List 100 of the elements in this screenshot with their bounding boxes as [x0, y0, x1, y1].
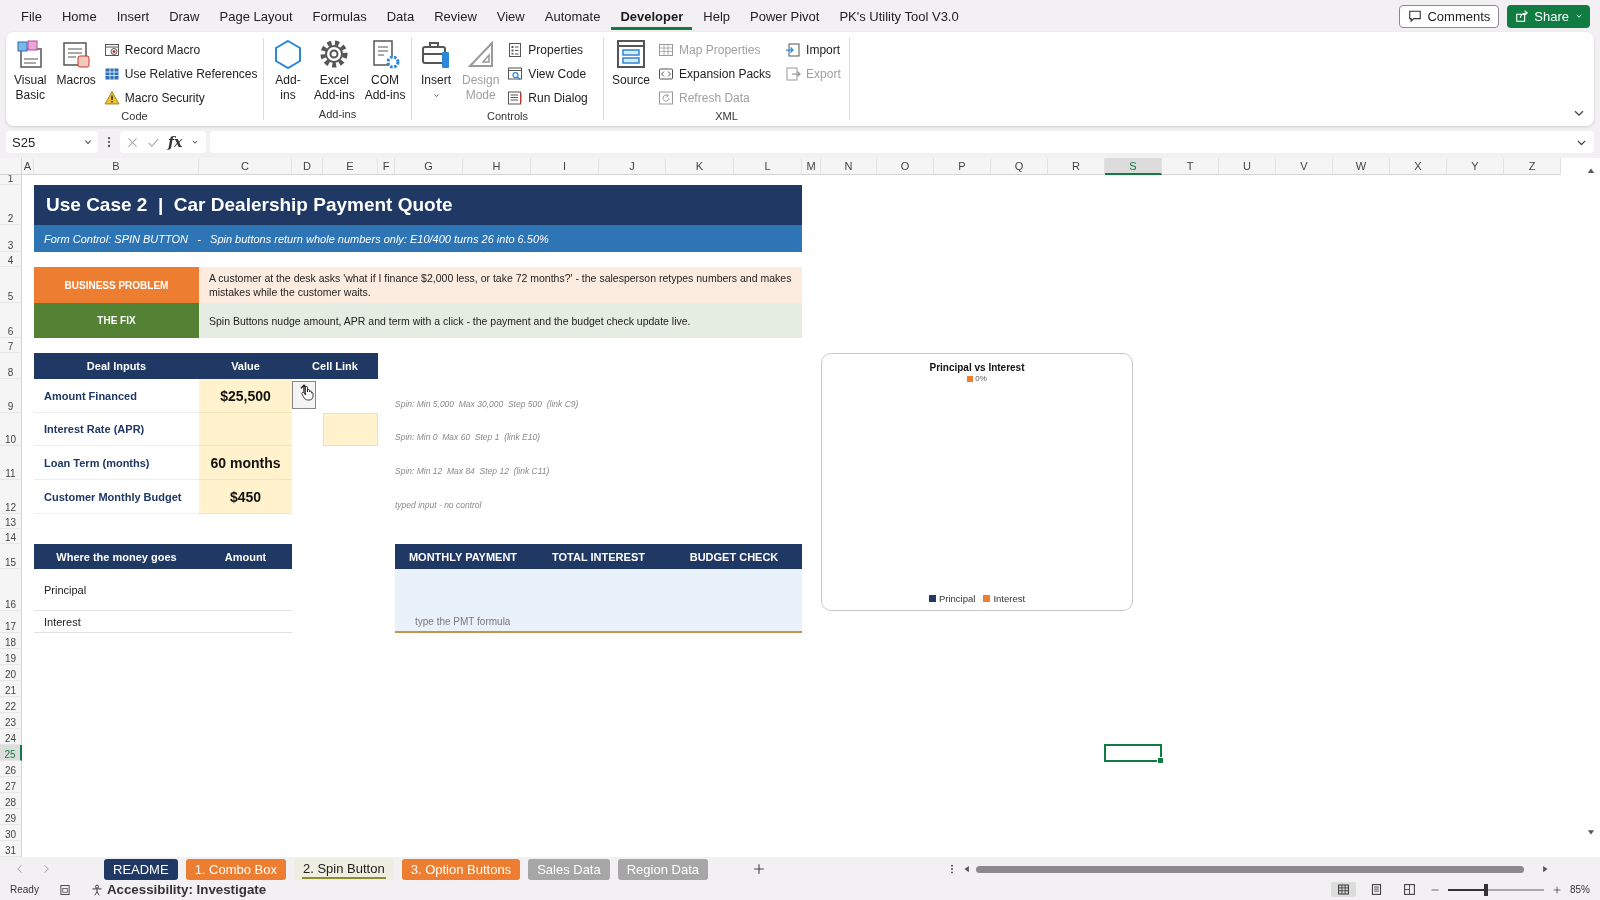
row-header[interactable]: 14: [0, 529, 22, 544]
column-header[interactable]: P: [934, 158, 991, 175]
column-header[interactable]: W: [1333, 158, 1390, 175]
ribbon-tab[interactable]: View: [487, 2, 534, 30]
ribbon-tab[interactable]: Help: [694, 2, 740, 30]
row-header[interactable]: 3: [0, 225, 22, 252]
formula-field[interactable]: [210, 131, 1594, 153]
column-header[interactable]: L: [734, 158, 802, 175]
column-header[interactable]: S: [1105, 158, 1162, 175]
row-header[interactable]: 20: [0, 665, 22, 681]
ribbon-button[interactable]: Macros: [52, 38, 100, 88]
ribbon-button[interactable]: Macro Security: [103, 86, 258, 110]
column-header[interactable]: D: [292, 158, 323, 175]
down-triangle-icon[interactable]: [1586, 827, 1596, 837]
column-header[interactable]: U: [1219, 158, 1276, 175]
row-header[interactable]: 25: [0, 745, 22, 761]
column-header[interactable]: Z: [1504, 158, 1561, 175]
row-header[interactable]: 24: [0, 729, 22, 745]
row-header[interactable]: 29: [0, 809, 22, 825]
row-header[interactable]: 6: [0, 303, 22, 338]
column-header[interactable]: Q: [991, 158, 1048, 175]
ribbon-button[interactable]: Record Macro: [103, 38, 258, 62]
ribbon-tab[interactable]: Data: [377, 2, 424, 30]
sheet-tab[interactable]: 2. Spin Button: [294, 858, 394, 880]
ribbon-button[interactable]: Excel Add-ins: [310, 38, 359, 103]
column-header[interactable]: H: [463, 158, 531, 175]
input-cell[interactable]: $25,500: [199, 379, 292, 413]
ribbon-tab[interactable]: Page Layout: [210, 2, 302, 30]
row-header[interactable]: 31: [0, 841, 22, 857]
ribbon-tab[interactable]: Developer: [611, 2, 693, 30]
column-header[interactable]: Y: [1447, 158, 1504, 175]
column-header[interactable]: V: [1276, 158, 1333, 175]
row-header[interactable]: 4: [0, 252, 22, 267]
scrollbar-thumb[interactable]: [976, 865, 1524, 873]
ribbon-tab[interactable]: PK's Utility Tool V3.0: [830, 2, 968, 30]
ribbon-tab[interactable]: Draw: [160, 2, 209, 30]
share-button[interactable]: Share: [1507, 4, 1590, 28]
column-header[interactable]: K: [666, 158, 734, 175]
row-header[interactable]: 17: [0, 611, 22, 633]
row-header[interactable]: 8: [0, 353, 22, 379]
row-header[interactable]: 5: [0, 267, 22, 303]
column-header[interactable]: G: [395, 158, 463, 175]
ribbon-button[interactable]: View Code: [507, 62, 588, 86]
ribbon-button[interactable]: Run Dialog: [507, 86, 588, 110]
ribbon-button[interactable]: Properties: [507, 38, 588, 62]
row-header[interactable]: 26: [0, 761, 22, 777]
ribbon-tab[interactable]: Power Pivot: [741, 2, 829, 30]
column-header[interactable]: X: [1390, 158, 1447, 175]
column-header[interactable]: J: [599, 158, 666, 175]
ribbon-button[interactable]: Import: [785, 38, 841, 62]
column-header[interactable]: A: [22, 158, 34, 175]
row-header[interactable]: 10: [0, 413, 22, 446]
chart-frame[interactable]: Principal vs Interest 0% Principal Interest: [821, 353, 1133, 611]
row-header[interactable]: 1: [0, 175, 22, 185]
sheet-tab[interactable]: README: [104, 858, 178, 880]
input-cell[interactable]: $450: [199, 480, 292, 514]
insert-function-button[interactable]: fx: [168, 134, 183, 150]
row-header[interactable]: 27: [0, 777, 22, 793]
up-triangle-icon[interactable]: [1586, 166, 1596, 176]
left-triangle-icon[interactable]: [962, 864, 972, 874]
row-header[interactable]: 15: [0, 544, 22, 569]
row-header[interactable]: 2: [0, 185, 22, 225]
ribbon-button[interactable]: Visual Basic: [10, 38, 51, 103]
ribbon-button[interactable]: Insert: [416, 38, 456, 100]
row-header[interactable]: 30: [0, 825, 22, 841]
view-button[interactable]: [1331, 882, 1356, 897]
ribbon-button[interactable]: Add- ins: [268, 38, 308, 103]
input-cell[interactable]: [199, 413, 292, 446]
ribbon-button[interactable]: Source: [608, 38, 655, 88]
row-header[interactable]: 16: [0, 569, 22, 611]
column-header[interactable]: M: [802, 158, 821, 175]
column-header[interactable]: I: [531, 158, 599, 175]
column-header[interactable]: O: [877, 158, 934, 175]
ribbon-tab[interactable]: Insert: [107, 2, 159, 30]
column-header[interactable]: B: [34, 158, 199, 175]
ribbon-tab[interactable]: Automate: [535, 2, 610, 30]
column-header[interactable]: N: [821, 158, 877, 175]
accessibility-button[interactable]: Accessibility: Investigate: [90, 882, 267, 897]
plus-icon[interactable]: [752, 862, 766, 876]
row-header[interactable]: 9: [0, 379, 22, 413]
row-header[interactable]: 12: [0, 480, 22, 514]
comments-button[interactable]: Comments: [1399, 4, 1500, 28]
row-header[interactable]: 28: [0, 793, 22, 809]
ribbon-tab[interactable]: File: [12, 2, 51, 30]
right-triangle-icon[interactable]: [1540, 864, 1550, 874]
ribbon-button[interactable]: Expansion Packs: [658, 62, 772, 86]
input-cell[interactable]: 60 months: [199, 446, 292, 480]
row-header[interactable]: 19: [0, 649, 22, 665]
plus-icon[interactable]: [1552, 884, 1562, 895]
ribbon-tab[interactable]: Formulas: [303, 2, 376, 30]
row-header[interactable]: 7: [0, 338, 22, 353]
ribbon-button[interactable]: Use Relative References: [103, 62, 258, 86]
row-header[interactable]: 11: [0, 446, 22, 480]
row-header[interactable]: 22: [0, 697, 22, 713]
row-header[interactable]: 21: [0, 681, 22, 697]
column-header[interactable]: F: [378, 158, 395, 175]
ribbon-button[interactable]: COM Add-ins: [360, 38, 410, 103]
column-header[interactable]: T: [1162, 158, 1219, 175]
page-icon[interactable]: [58, 883, 71, 896]
ribbon-tab[interactable]: Review: [425, 2, 486, 30]
